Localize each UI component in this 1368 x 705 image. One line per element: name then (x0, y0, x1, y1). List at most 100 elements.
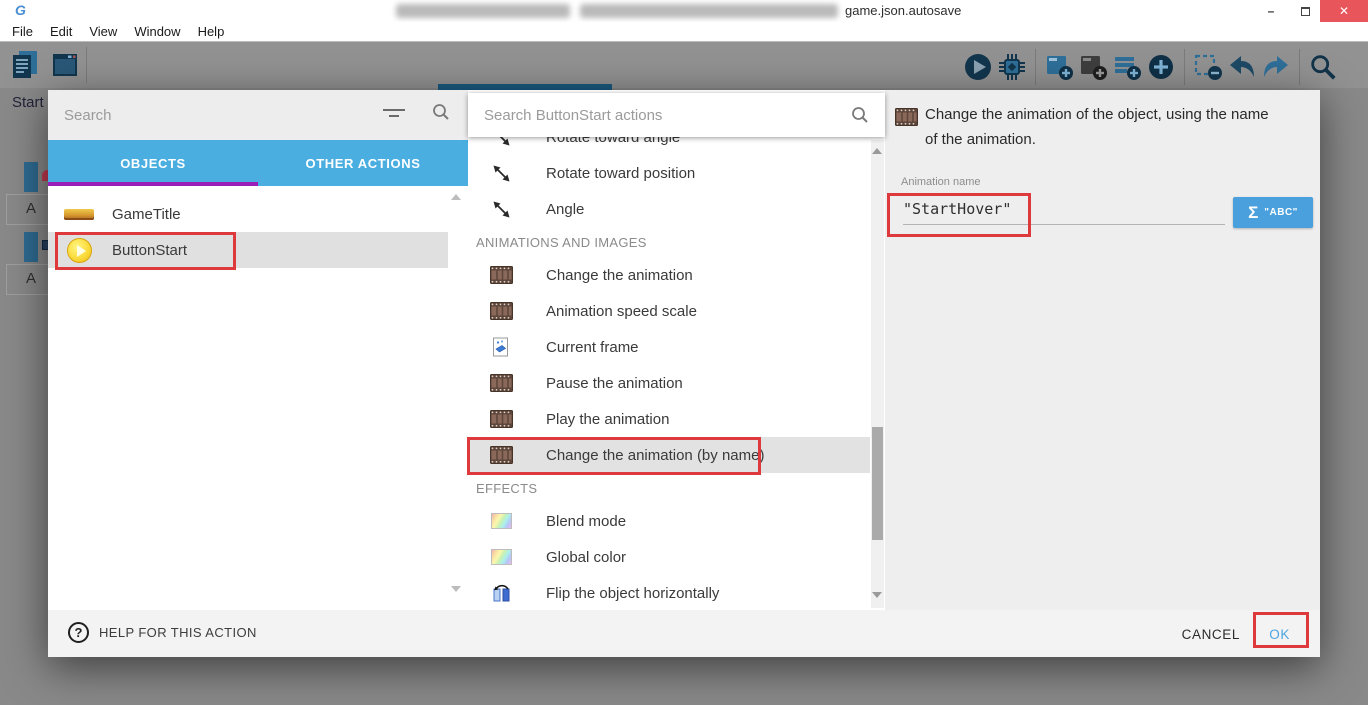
action-label: Change the animation (546, 267, 693, 284)
scrollbar-thumb[interactable] (872, 427, 883, 540)
cancel-button[interactable]: CANCEL (1182, 622, 1240, 646)
action-list-item[interactable]: Flip the object horizontally (468, 575, 870, 611)
action-list-item[interactable]: Animation speed scale (468, 293, 870, 329)
delete-selection-icon[interactable] (1193, 51, 1223, 83)
scroll-up-arrow[interactable] (872, 148, 882, 154)
add-new-icon[interactable] (1146, 51, 1176, 83)
abc-label: "ABC" (1264, 207, 1298, 218)
add-event-icon[interactable] (1044, 51, 1074, 83)
rainbow-icon (488, 513, 514, 529)
menu-item-help[interactable]: Help (194, 24, 229, 39)
film-icon (895, 108, 918, 131)
action-list-scrollbar[interactable] (871, 140, 884, 608)
menu-item-view[interactable]: View (85, 24, 121, 39)
instruction-editor-dialog: OBJECTS OTHER ACTIONS GameTitle ButtonSta… (48, 90, 1320, 657)
help-link[interactable]: ? HELP FOR THIS ACTION (68, 622, 257, 643)
animation-name-input[interactable] (903, 193, 1225, 225)
menu-item-file[interactable]: File (8, 24, 37, 39)
action-section-header: ANIMATIONS AND IMAGES (468, 227, 870, 257)
scroll-down-arrow[interactable] (451, 586, 461, 592)
rainbow-icon (488, 549, 514, 565)
blurred-path-text (396, 4, 570, 18)
object-list: GameTitle ButtonStart (48, 186, 468, 610)
film-icon (488, 266, 514, 284)
scroll-up-arrow[interactable] (451, 194, 461, 200)
minimize-button[interactable]: – (1256, 0, 1286, 22)
gametitle-thumb-icon (64, 209, 94, 220)
scroll-down-arrow[interactable] (872, 592, 882, 598)
object-list-item[interactable]: GameTitle (48, 196, 448, 232)
toolbar-separator (1299, 49, 1300, 85)
film-icon (488, 302, 514, 320)
action-search-input[interactable] (484, 103, 824, 127)
action-label: Pause the animation (546, 375, 683, 392)
events-sheet-background: Start A A (0, 88, 48, 648)
search-icon (851, 106, 869, 124)
action-list-item[interactable]: Change the animation (468, 257, 870, 293)
action-label: Play the animation (546, 411, 669, 428)
gdevelop-logo-icon: G (15, 2, 26, 18)
toolbar-separator (1035, 49, 1036, 85)
filter-icon[interactable] (383, 109, 405, 121)
buttonstart-thumb-icon (64, 238, 94, 263)
title-bar: G game.json.autosave – ✕ (0, 0, 1368, 22)
action-label: Animation speed scale (546, 303, 697, 320)
event-action-text: A (26, 200, 36, 217)
action-list-item[interactable]: Blend mode (468, 503, 870, 539)
ok-button[interactable]: OK (1269, 622, 1290, 646)
object-name: GameTitle (112, 206, 181, 223)
preview-play-icon[interactable] (963, 51, 993, 83)
object-search-input[interactable] (64, 102, 364, 128)
close-button[interactable]: ✕ (1320, 0, 1368, 22)
action-list-item[interactable]: Pause the animation (468, 365, 870, 401)
frame-icon (488, 337, 514, 357)
tab-other-actions[interactable]: OTHER ACTIONS (258, 140, 468, 186)
action-label: Angle (546, 201, 584, 218)
object-search-bar (48, 90, 468, 140)
action-list-item[interactable]: Global color (468, 539, 870, 575)
scene-editor-icon[interactable] (50, 49, 80, 81)
help-label: HELP FOR THIS ACTION (99, 625, 257, 640)
action-list-item[interactable]: Play the animation (468, 401, 870, 437)
action-list-item[interactable]: Current frame (468, 329, 870, 365)
action-label: Blend mode (546, 513, 626, 530)
tab-objects[interactable]: OBJECTS (48, 140, 258, 186)
film-icon (488, 446, 514, 464)
actions-panel: Rotate toward angleRotate toward positio… (468, 90, 885, 610)
rotate-icon (488, 165, 514, 182)
add-comment-icon[interactable] (1112, 51, 1142, 83)
animation-name-label: Animation name (901, 176, 981, 188)
action-list-item[interactable]: Change the animation (by name) (468, 437, 870, 473)
action-label: Current frame (546, 339, 639, 356)
menu-item-edit[interactable]: Edit (46, 24, 76, 39)
undo-icon[interactable] (1227, 51, 1257, 83)
action-label: Global color (546, 549, 626, 566)
redo-icon[interactable] (1261, 51, 1291, 83)
film-icon (488, 374, 514, 392)
action-label: Rotate toward position (546, 165, 695, 182)
action-list: Rotate toward angleRotate toward positio… (468, 119, 870, 611)
help-icon: ? (68, 622, 89, 643)
toolbar-separator (1184, 49, 1185, 85)
action-details-panel: Change the animation of the object, usin… (885, 90, 1320, 610)
maximize-icon (1301, 7, 1310, 16)
event-condition-bar (24, 232, 38, 262)
action-list-item[interactable]: Angle (468, 191, 870, 227)
action-description: Change the animation of the object, usin… (925, 102, 1275, 152)
action-list-item[interactable]: Rotate toward position (468, 155, 870, 191)
panel-tabs: OBJECTS OTHER ACTIONS (48, 140, 468, 186)
search-icon[interactable] (1308, 51, 1338, 83)
film-icon (488, 410, 514, 428)
add-subevent-icon[interactable] (1078, 51, 1108, 83)
blurred-path-text (580, 4, 838, 18)
maximize-button[interactable] (1290, 0, 1320, 22)
search-icon (432, 103, 450, 121)
action-label: Change the animation (by name) (546, 447, 764, 464)
object-list-item[interactable]: ButtonStart (48, 232, 448, 268)
action-section-header: EFFECTS (468, 473, 870, 503)
debug-icon[interactable] (997, 51, 1027, 83)
object-list-scrollbar[interactable] (450, 186, 463, 610)
project-manager-icon[interactable] (10, 49, 40, 81)
menu-item-window[interactable]: Window (130, 24, 184, 39)
expression-editor-button[interactable]: Σ "ABC" (1233, 197, 1313, 228)
